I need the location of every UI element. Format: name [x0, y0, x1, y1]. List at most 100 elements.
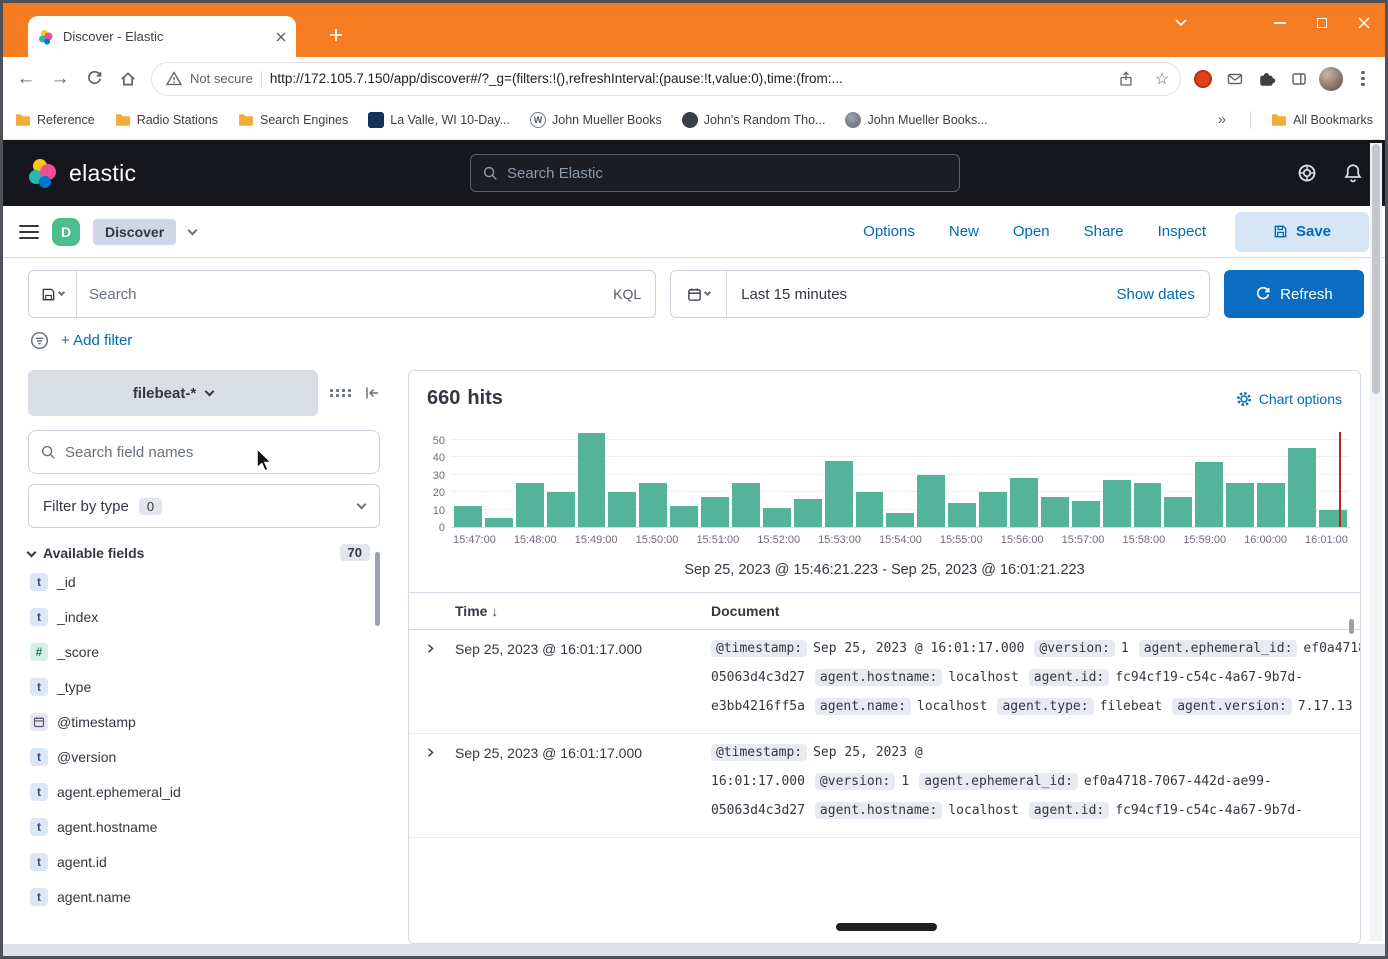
- time-column-header[interactable]: Time↓: [455, 603, 711, 619]
- kql-selector[interactable]: KQL: [613, 286, 655, 302]
- date-picker-menu-button[interactable]: [671, 271, 727, 317]
- extension-mail-icon[interactable]: [1221, 65, 1249, 93]
- available-fields-header[interactable]: Available fields 70: [28, 544, 380, 561]
- open-link[interactable]: Open: [1013, 223, 1050, 240]
- space-avatar[interactable]: D: [52, 218, 80, 246]
- extension-puzzle-icon[interactable]: [1253, 65, 1281, 93]
- histogram-bar[interactable]: [732, 483, 760, 527]
- histogram-bar[interactable]: [1134, 483, 1162, 527]
- chevron-down-icon[interactable]: [188, 225, 198, 235]
- new-link[interactable]: New: [949, 223, 979, 240]
- field-list-item[interactable]: tagent.hostname: [28, 812, 380, 841]
- field-list-item[interactable]: t@version: [28, 742, 380, 771]
- document-column-header[interactable]: Document: [711, 603, 1360, 619]
- bookmark-star-icon[interactable]: ☆: [1148, 69, 1176, 89]
- histogram-bar[interactable]: [1195, 462, 1223, 527]
- menu-icon[interactable]: [19, 225, 39, 239]
- expand-row-button[interactable]: [409, 630, 455, 733]
- histogram-bar[interactable]: [1010, 478, 1038, 527]
- histogram-bar[interactable]: [917, 475, 945, 527]
- histogram-bar[interactable]: [856, 492, 884, 527]
- table-horizontal-scrollbar-thumb[interactable]: [836, 923, 937, 931]
- field-list-item[interactable]: @timestamp: [28, 707, 380, 736]
- time-range-value[interactable]: Last 15 minutes: [727, 286, 1116, 303]
- field-list-item[interactable]: tagent.name: [28, 882, 380, 911]
- saved-query-menu-button[interactable]: [29, 271, 77, 317]
- refresh-button[interactable]: Refresh: [1224, 270, 1364, 318]
- histogram-bar[interactable]: [825, 461, 853, 527]
- minimize-button[interactable]: [1259, 3, 1301, 43]
- histogram-bar[interactable]: [1288, 448, 1316, 527]
- histogram-bar[interactable]: [1257, 483, 1285, 527]
- filter-icon[interactable]: [30, 331, 49, 350]
- global-search[interactable]: [470, 154, 960, 192]
- dots-grid-icon[interactable]: [330, 389, 352, 397]
- share-icon[interactable]: [1112, 71, 1140, 87]
- bookmark-item[interactable]: Search Engines: [238, 112, 348, 128]
- histogram-bar[interactable]: [886, 513, 914, 527]
- home-icon[interactable]: [111, 62, 145, 96]
- add-filter-link[interactable]: + Add filter: [61, 332, 132, 349]
- table-vertical-scrollbar-thumb[interactable]: [1349, 619, 1354, 634]
- histogram-bar[interactable]: [701, 497, 729, 527]
- histogram-bar[interactable]: [485, 518, 513, 527]
- histogram-bar[interactable]: [1319, 510, 1347, 527]
- field-list-item[interactable]: t_index: [28, 602, 380, 631]
- field-list-item[interactable]: #_score: [28, 637, 380, 666]
- new-tab-button[interactable]: [321, 20, 351, 50]
- page-scrollbar-thumb[interactable]: [1372, 144, 1380, 394]
- help-icon[interactable]: [1297, 163, 1317, 183]
- not-secure-label[interactable]: Not secure: [190, 71, 253, 86]
- histogram-bar[interactable]: [670, 506, 698, 527]
- histogram-bar[interactable]: [763, 508, 791, 527]
- global-search-input[interactable]: [507, 165, 947, 182]
- field-search-input[interactable]: [65, 444, 367, 461]
- side-panel-icon[interactable]: [1285, 65, 1313, 93]
- field-search-box[interactable]: [28, 430, 380, 474]
- breadcrumb[interactable]: Discover: [93, 219, 176, 245]
- profile-avatar[interactable]: [1317, 65, 1345, 93]
- index-pattern-selector[interactable]: filebeat-*: [28, 370, 318, 416]
- bookmark-item[interactable]: Reference: [15, 112, 95, 128]
- inspect-link[interactable]: Inspect: [1158, 223, 1206, 240]
- field-list-item[interactable]: tagent.id: [28, 847, 380, 876]
- bookmark-item[interactable]: WJohn Mueller Books: [530, 112, 662, 128]
- all-bookmarks-button[interactable]: All Bookmarks: [1271, 112, 1373, 128]
- back-icon[interactable]: ←: [9, 62, 43, 96]
- bookmark-item[interactable]: John Mueller Books...: [845, 112, 987, 128]
- histogram-bar[interactable]: [578, 433, 606, 527]
- sidebar-scrollbar-thumb[interactable]: [375, 552, 380, 626]
- field-list-item[interactable]: t_type: [28, 672, 380, 701]
- url-text[interactable]: http://172.105.7.150/app/discover#/?_g=(…: [270, 71, 1104, 86]
- histogram-bar[interactable]: [1072, 501, 1100, 527]
- not-secure-warning-icon[interactable]: [166, 71, 182, 86]
- maximize-button[interactable]: [1301, 3, 1343, 43]
- histogram-bar[interactable]: [454, 506, 482, 527]
- bookmark-item[interactable]: John's Random Tho...: [682, 112, 826, 128]
- field-list-item[interactable]: tagent.ephemeral_id: [28, 777, 380, 806]
- share-link[interactable]: Share: [1084, 223, 1124, 240]
- field-list-item[interactable]: t_id: [28, 567, 380, 596]
- bookmark-item[interactable]: Radio Stations: [115, 112, 218, 128]
- extension-red-icon[interactable]: [1189, 65, 1217, 93]
- histogram-bar[interactable]: [639, 483, 667, 527]
- close-button[interactable]: [1343, 3, 1385, 43]
- collapse-sidebar-icon[interactable]: [364, 385, 380, 401]
- tab-close-icon[interactable]: [276, 32, 286, 42]
- histogram-bar[interactable]: [794, 499, 822, 527]
- expand-row-button[interactable]: [409, 734, 455, 837]
- save-button[interactable]: Save: [1235, 212, 1369, 252]
- page-scrollbar[interactable]: [1370, 143, 1382, 941]
- sort-descending-icon[interactable]: ↓: [491, 604, 498, 619]
- histogram-bar[interactable]: [1041, 497, 1069, 527]
- histogram-bar[interactable]: [948, 503, 976, 527]
- histogram-bar[interactable]: [608, 492, 636, 527]
- histogram-bar[interactable]: [1103, 480, 1131, 527]
- tab-search-button[interactable]: [1165, 7, 1197, 39]
- forward-icon[interactable]: →: [43, 62, 77, 96]
- filter-by-type-select[interactable]: Filter by type 0: [28, 484, 380, 528]
- bookmark-item[interactable]: La Valle, WI 10-Day...: [368, 112, 510, 128]
- histogram-bar[interactable]: [1226, 483, 1254, 527]
- query-search-input[interactable]: [77, 286, 613, 303]
- browser-tab[interactable]: Discover - Elastic: [28, 16, 296, 57]
